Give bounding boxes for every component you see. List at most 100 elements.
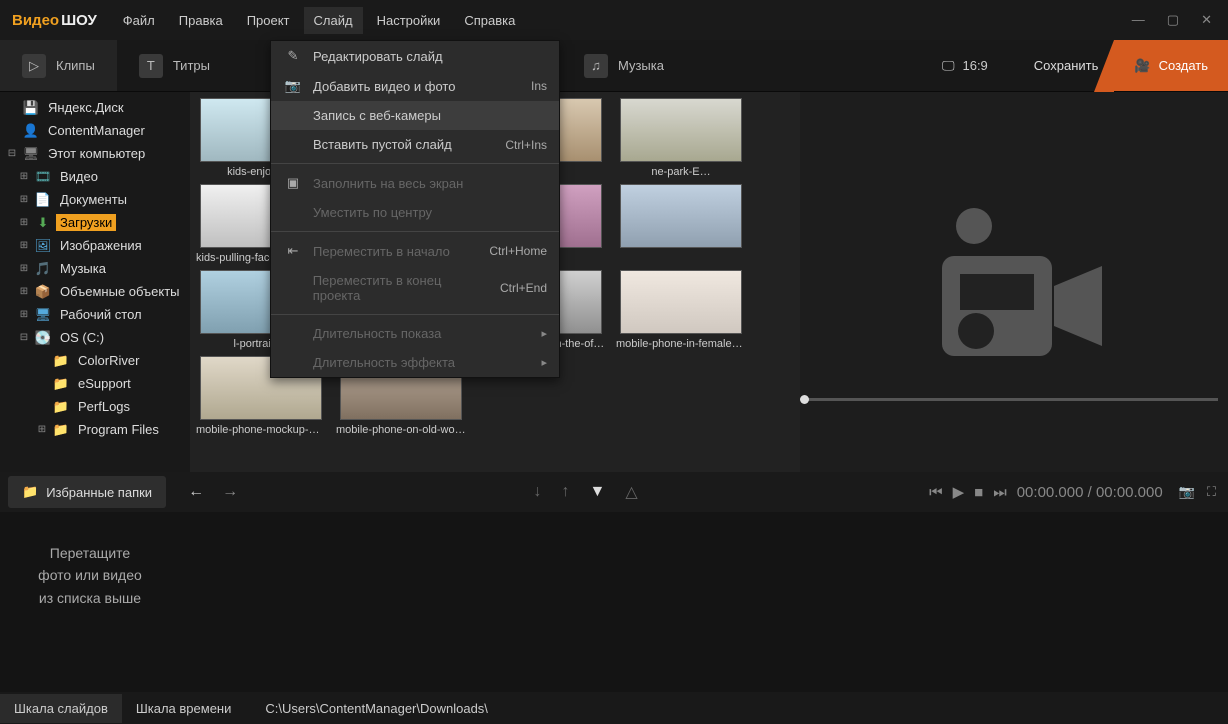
- thumb-image: [620, 98, 742, 162]
- thumb-caption: mobile-phone-mockup-P5H…: [196, 424, 326, 436]
- folder-icon: 🖥: [34, 307, 52, 323]
- expand-icon[interactable]: ⊞: [18, 286, 30, 297]
- forward-icon[interactable]: →: [218, 479, 242, 505]
- menu-item-icon: 📷: [283, 78, 303, 94]
- tree-item[interactable]: ⊞📦Объемные объекты: [0, 280, 190, 303]
- minimize-icon[interactable]: —: [1128, 8, 1149, 32]
- expand-icon[interactable]: ⊞: [18, 194, 30, 205]
- create-button[interactable]: 🎥 Создать: [1114, 40, 1228, 91]
- text-icon: T: [139, 54, 163, 78]
- expand-icon[interactable]: ⊞: [18, 263, 30, 274]
- play-icon: ▷: [22, 54, 46, 78]
- thumb-image: [620, 184, 742, 248]
- timeline-drop-area[interactable]: Перетащите фото или видео из списка выше: [0, 512, 1228, 692]
- expand-icon[interactable]: ⊞: [18, 309, 30, 320]
- arrow-up-outline-icon[interactable]: △: [625, 482, 637, 502]
- expand-icon[interactable]: ⊟: [6, 148, 18, 159]
- folder-icon: 📁: [52, 376, 70, 392]
- path-display: C:\Users\ContentManager\Downloads\: [251, 694, 502, 723]
- expand-icon[interactable]: ⊟: [18, 332, 30, 343]
- seek-handle[interactable]: [800, 395, 809, 404]
- back-icon[interactable]: ←: [184, 479, 208, 505]
- menu-help[interactable]: Справка: [454, 7, 525, 34]
- thumbnail[interactable]: mobile-phone-in-female-ha…: [616, 270, 746, 350]
- menu-file[interactable]: Файл: [113, 7, 165, 34]
- tree-item[interactable]: 📁eSupport: [0, 372, 190, 395]
- menu-item-label: Запись с веб-камеры: [313, 108, 441, 123]
- app-logo: Видео ШОУ: [12, 12, 97, 29]
- stop-icon[interactable]: ■: [974, 484, 983, 501]
- tab-clips[interactable]: ▷ Клипы: [0, 40, 117, 91]
- tab-slide-scale[interactable]: Шкала слайдов: [0, 694, 122, 723]
- folder-icon: 🎵: [34, 261, 52, 277]
- tab-timeline[interactable]: Шкала времени: [122, 694, 246, 723]
- shortcut-label: Ctrl+Home: [489, 244, 547, 258]
- tree-item[interactable]: ⊞📄Документы: [0, 188, 190, 211]
- tree-item[interactable]: 📁PerfLogs: [0, 395, 190, 418]
- tree-item[interactable]: ⊞🖥Рабочий стол: [0, 303, 190, 326]
- arrow-down-fill-icon[interactable]: ▼: [589, 483, 605, 501]
- expand-icon[interactable]: ⊞: [18, 171, 30, 182]
- folder-icon: 💾: [22, 100, 40, 116]
- seek-bar[interactable]: [803, 398, 1218, 401]
- folder-tree[interactable]: 💾Яндекс.Диск👤ContentManager⊟🖥Этот компью…: [0, 92, 190, 472]
- expand-icon[interactable]: ⊞: [18, 240, 30, 251]
- menu-item[interactable]: 📷Добавить видео и фотоIns: [271, 71, 559, 101]
- menu-item-icon: ▣: [283, 175, 303, 191]
- prev-icon[interactable]: ⏮: [929, 484, 943, 501]
- tree-item[interactable]: 💾Яндекс.Диск: [0, 96, 190, 119]
- next-icon[interactable]: ⏭: [993, 484, 1007, 501]
- menu-item-label: Длительность показа: [313, 326, 441, 341]
- history-nav: ← →: [184, 479, 242, 505]
- tree-item[interactable]: ⊞🎞Видео: [0, 165, 190, 188]
- arrow-up-icon[interactable]: ↑: [561, 483, 569, 501]
- tree-item[interactable]: 📁ColorRiver: [0, 349, 190, 372]
- thumb-caption: mobile-phone-on-old-wood…: [336, 424, 466, 436]
- status-bar: Шкала слайдов Шкала времени C:\Users\Con…: [0, 692, 1228, 724]
- camera-placeholder-icon: [914, 196, 1114, 369]
- menu-item-label: Уместить по центру: [313, 205, 432, 220]
- tree-label: eSupport: [74, 375, 135, 392]
- tree-item[interactable]: ⊟💽OS (C:): [0, 326, 190, 349]
- thumb-image: [620, 270, 742, 334]
- menu-project[interactable]: Проект: [237, 7, 300, 34]
- expand-icon[interactable]: ⊞: [18, 217, 30, 228]
- tree-label: Этот компьютер: [44, 145, 149, 162]
- favorites-button[interactable]: 📁 Избранные папки: [8, 476, 166, 508]
- shortcut-label: Ctrl+Ins: [505, 138, 547, 152]
- menu-edit[interactable]: Правка: [169, 7, 233, 34]
- close-icon[interactable]: ✕: [1197, 8, 1216, 32]
- tree-item[interactable]: ⊟🖥Этот компьютер: [0, 142, 190, 165]
- menu-item-icon: ✎: [283, 48, 303, 64]
- submenu-arrow-icon: ▸: [541, 356, 547, 369]
- tree-label: Музыка: [56, 260, 110, 277]
- expand-icon[interactable]: ⊞: [36, 424, 48, 435]
- aspect-ratio[interactable]: 🖵 16:9: [942, 58, 988, 74]
- tree-item[interactable]: ⊞📁Program Files: [0, 418, 190, 441]
- thumbnail[interactable]: [616, 184, 746, 264]
- menu-item-label: Длительность эффекта: [313, 355, 455, 370]
- menu-slide[interactable]: Слайд: [304, 7, 363, 34]
- menu-item[interactable]: ✎Редактировать слайд: [271, 41, 559, 71]
- tab-titles[interactable]: T Титры: [117, 40, 232, 91]
- tree-item[interactable]: ⊞🖼Изображения: [0, 234, 190, 257]
- play-icon[interactable]: ▶: [953, 483, 965, 501]
- tab-bar: ▷ Клипы T Титры ♫ Музыка 🖵 16:9 Сохранит…: [0, 40, 1228, 92]
- tree-item[interactable]: ⊞ 🎵Музыка: [0, 257, 190, 280]
- maximize-icon[interactable]: ▢: [1163, 8, 1183, 32]
- thumbnail[interactable]: ne-park-E…: [616, 98, 746, 178]
- menu-settings[interactable]: Настройки: [367, 7, 451, 34]
- tree-label: Изображения: [56, 237, 146, 254]
- menu-item[interactable]: Вставить пустой слайдCtrl+Ins: [271, 130, 559, 159]
- snapshot-icon[interactable]: 📷: [1179, 484, 1195, 500]
- arrow-down-icon[interactable]: ↓: [533, 483, 541, 501]
- tree-item[interactable]: 👤ContentManager: [0, 119, 190, 142]
- tree-item[interactable]: ⊞⬇Загрузки: [0, 211, 190, 234]
- preview-pane: [800, 92, 1228, 472]
- tab-music[interactable]: ♫ Музыка: [562, 40, 686, 91]
- fullscreen-icon[interactable]: ⛶: [1207, 484, 1216, 500]
- submenu-arrow-icon: ▸: [541, 327, 547, 340]
- tree-label: Яндекс.Диск: [44, 99, 128, 116]
- menu-item[interactable]: Запись с веб-камеры: [271, 101, 559, 130]
- tree-label: ColorRiver: [74, 352, 143, 369]
